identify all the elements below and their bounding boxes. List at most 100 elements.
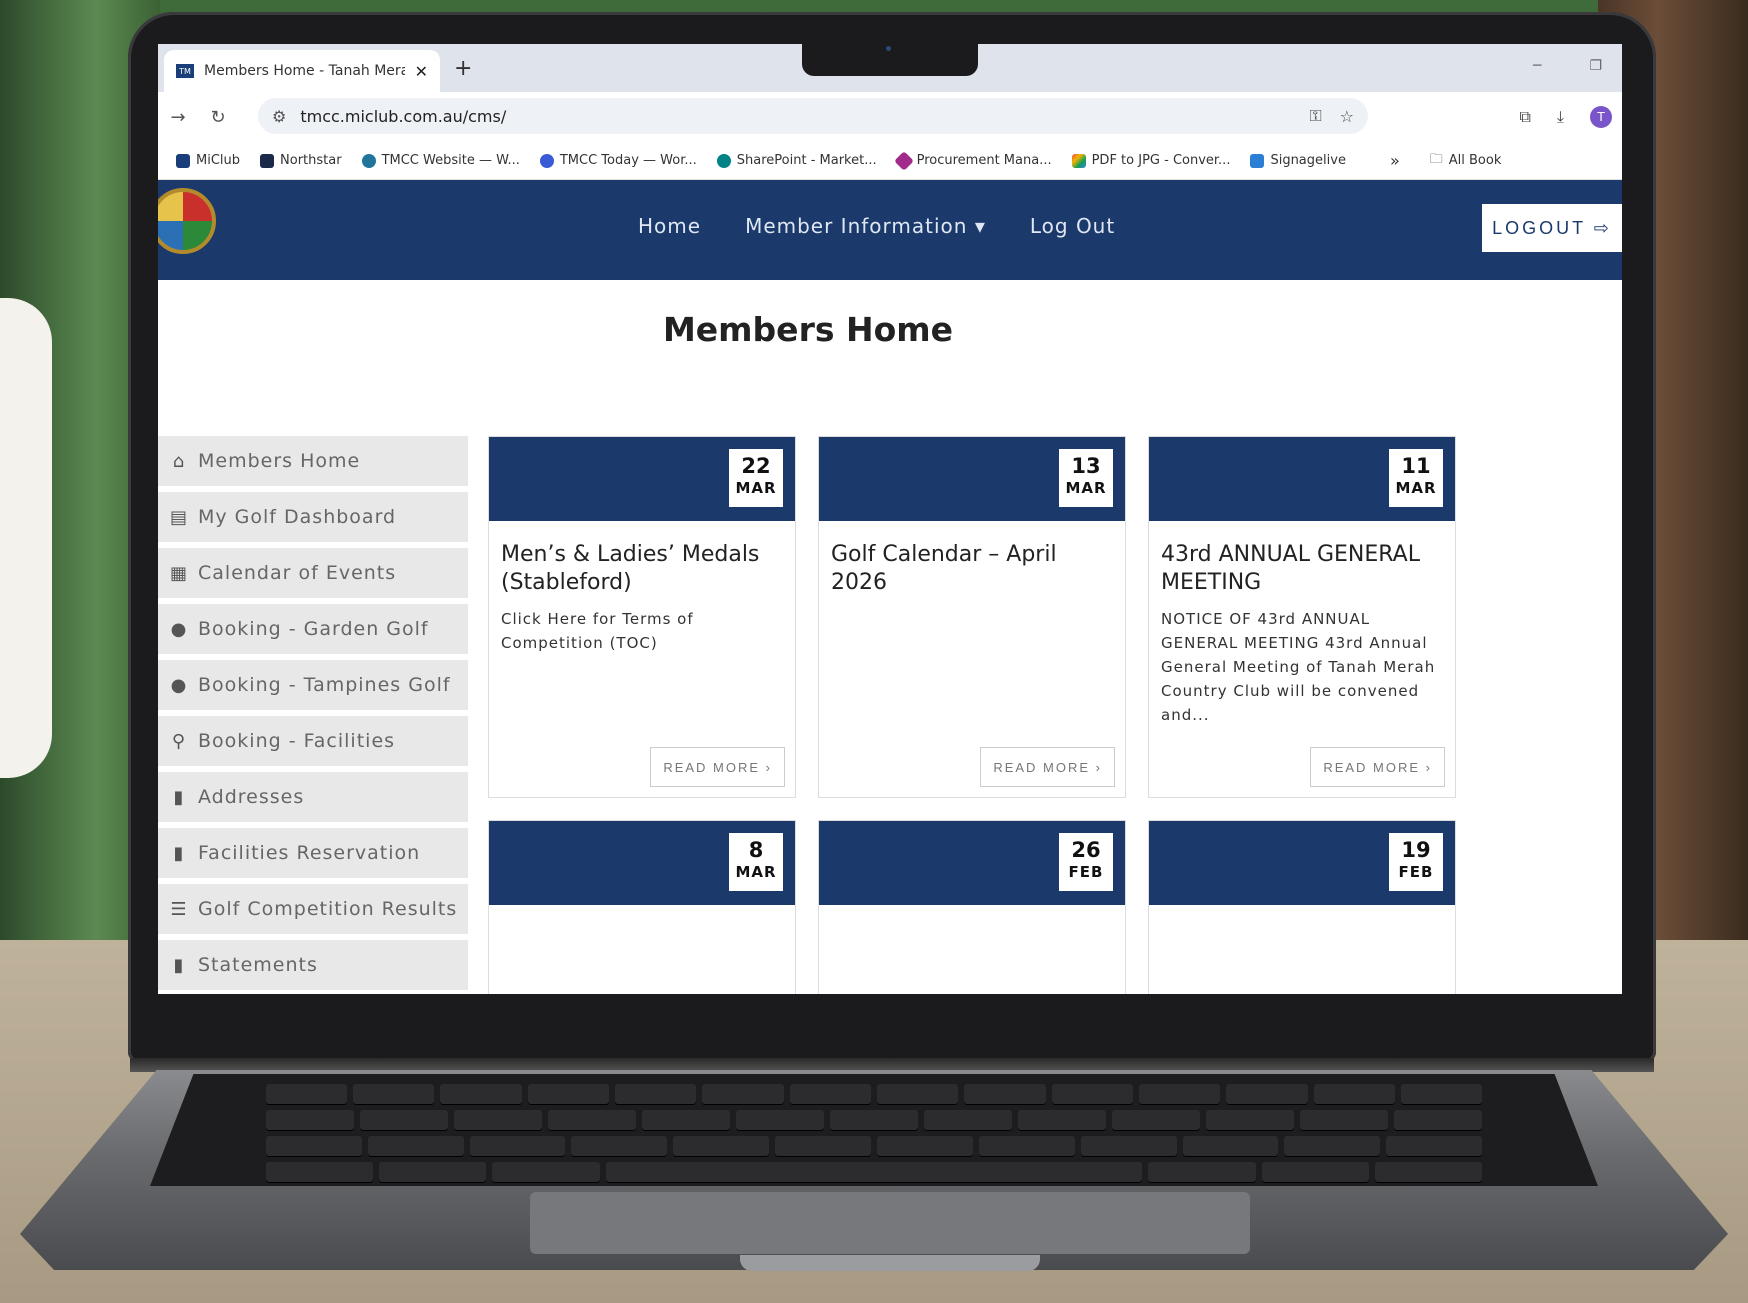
sidebar-item-booking-garden-golf[interactable]: ● Booking - Garden Golf	[158, 604, 468, 654]
site-header: Home Member Information ▾ Log Out LOGOUT…	[158, 180, 1622, 280]
bookmark-item[interactable]: TMCC Website — W...	[361, 153, 520, 168]
sidebar-item-members-home[interactable]: ⌂ Members Home	[158, 436, 468, 486]
url-text: tmcc.miclub.com.au/cms/	[300, 106, 507, 126]
sidebar-item-statements[interactable]: ▮ Statements	[158, 940, 468, 990]
book-icon: ▮	[173, 842, 185, 864]
read-more-button[interactable]: READ MORE ›	[650, 747, 785, 787]
sidebar-item-addresses[interactable]: ▮ Addresses	[158, 772, 468, 822]
nav-log-out[interactable]: Log Out	[1030, 214, 1115, 238]
keyboard	[150, 1074, 1598, 1186]
club-logo[interactable]	[158, 188, 216, 254]
browser-tab[interactable]: TM Members Home - Tanah Merah ✕	[164, 50, 440, 92]
bookmark-item[interactable]: SharePoint - Market...	[716, 153, 877, 168]
site-favicon-icon: TM	[176, 64, 194, 78]
laptop-screen: TM Members Home - Tanah Merah ✕ + ─ ❐ → …	[158, 44, 1622, 994]
book-icon: ▮	[173, 954, 185, 976]
new-tab-button[interactable]: +	[454, 56, 472, 81]
nav-member-information[interactable]: Member Information ▾	[745, 214, 986, 238]
reload-icon[interactable]: ↻	[198, 107, 238, 128]
book-icon: ▮	[173, 786, 185, 808]
minimize-icon[interactable]: ─	[1533, 58, 1541, 74]
key-icon: ⚲	[171, 730, 187, 752]
all-bookmarks-button[interactable]: 🗀 All Book	[1430, 150, 1502, 172]
sidebar-item-label: Calendar of Events	[198, 562, 397, 584]
pin-icon: ●	[170, 618, 188, 640]
bookmarks-bar: MiClub Northstar TMCC Website — W... TMC…	[158, 142, 1622, 180]
bookmark-item[interactable]: Northstar	[260, 153, 342, 168]
bookmark-item[interactable]: TMCC Today — Wor...	[539, 153, 697, 168]
news-card[interactable]: 19 FEB	[1148, 820, 1456, 994]
nav-home[interactable]: Home	[638, 214, 701, 238]
restore-icon[interactable]: ❐	[1589, 58, 1602, 74]
home-icon: ⌂	[172, 450, 186, 472]
sidebar-item-competition-results[interactable]: ☰ Golf Competition Results	[158, 884, 468, 934]
wordpress-icon	[361, 153, 376, 168]
news-card[interactable]: 11 MAR 43rd ANNUAL GENERAL MEETING NOTICE…	[1148, 436, 1456, 798]
news-card[interactable]: 8 MAR	[488, 820, 796, 994]
date-badge: 26 FEB	[1059, 833, 1113, 891]
bookmark-favicon-icon	[260, 153, 275, 168]
calendar-icon: ▦	[170, 562, 189, 584]
bookmark-favicon-icon	[1071, 153, 1086, 168]
sidebar-item-golf-dashboard[interactable]: ▤ My Golf Dashboard	[158, 492, 468, 542]
background-card	[0, 298, 52, 778]
password-key-icon[interactable]: ⚿	[1309, 106, 1321, 126]
bookmark-star-icon[interactable]: ☆	[1340, 107, 1354, 126]
card-title[interactable]: Men’s & Ladies’ Medals (Stableford)	[489, 521, 795, 597]
list-icon: ☰	[170, 898, 188, 920]
toolbar-actions: ⧉ ⤓ T	[1519, 106, 1612, 128]
date-badge: 8 MAR	[729, 833, 783, 891]
bookmark-favicon-icon	[1250, 153, 1265, 168]
pin-icon: ●	[170, 674, 188, 696]
read-more-button[interactable]: READ MORE ›	[980, 747, 1115, 787]
card-excerpt: NOTICE OF 43rd ANNUAL GENERAL MEETING 43…	[1161, 610, 1436, 724]
card-header: 19 FEB	[1149, 821, 1455, 905]
page-title: Members Home	[662, 310, 954, 349]
bookmark-item[interactable]: Procurement Mana...	[893, 150, 1052, 171]
extensions-icon[interactable]: ⧉	[1519, 107, 1530, 127]
bookmark-item[interactable]: PDF to JPG - Conver...	[1071, 153, 1230, 168]
download-icon[interactable]: ⤓	[1557, 107, 1564, 127]
card-header: 26 FEB	[819, 821, 1125, 905]
date-badge: 13 MAR	[1059, 449, 1113, 507]
sidebar-item-label: Members Home	[198, 450, 361, 472]
card-excerpt	[819, 597, 1125, 607]
dashboard-icon: ▤	[170, 506, 189, 528]
site-settings-icon[interactable]: ⚙	[272, 107, 286, 126]
sidebar-item-label: Booking - Garden Golf	[198, 618, 429, 640]
bookmark-item[interactable]: Signagelive	[1250, 153, 1346, 168]
date-badge: 11 MAR	[1389, 449, 1443, 507]
read-more-button[interactable]: READ MORE ›	[1310, 747, 1445, 787]
sidebar-item-label: Booking - Tampines Golf	[198, 674, 451, 696]
card-header: 8 MAR	[489, 821, 795, 905]
card-header: 11 MAR	[1149, 437, 1455, 521]
profile-avatar[interactable]: T	[1590, 106, 1612, 128]
news-card[interactable]: 26 FEB	[818, 820, 1126, 994]
trackpad	[530, 1192, 1250, 1254]
screen-bezel	[158, 994, 1622, 1054]
close-tab-icon[interactable]: ✕	[415, 62, 428, 81]
sidebar-item-calendar[interactable]: ▦ Calendar of Events	[158, 548, 468, 598]
bookmarks-overflow-button[interactable]: »	[1390, 151, 1400, 170]
bookmark-item[interactable]: MiClub	[176, 153, 240, 168]
window-controls: ─ ❐	[1533, 58, 1602, 74]
sharepoint-icon	[716, 153, 731, 168]
sidebar-item-booking-tampines-golf[interactable]: ● Booking - Tampines Golf	[158, 660, 468, 710]
sidebar-item-label: Addresses	[198, 786, 305, 808]
logout-button[interactable]: LOGOUT ⇨	[1482, 204, 1622, 252]
sidebar-menu: ⌂ Members Home ▤ My Golf Dashboard ▦ Calend…	[158, 436, 468, 994]
sidebar-item-label: Booking - Facilities	[198, 730, 396, 752]
folder-icon: 🗀	[1429, 151, 1443, 167]
bookmark-favicon-icon	[176, 153, 190, 168]
news-card[interactable]: 22 MAR Men’s & Ladies’ Medals (Stableford…	[488, 436, 796, 798]
sidebar-item-facilities-reservation[interactable]: ▮ Facilities Reservation	[158, 828, 468, 878]
sidebar-item-label: Statements	[198, 954, 318, 976]
camera	[886, 46, 891, 51]
card-title[interactable]: 43rd ANNUAL GENERAL MEETING	[1149, 521, 1455, 597]
forward-icon[interactable]: →	[158, 107, 198, 128]
sidebar-item-booking-facilities[interactable]: ⚲ Booking - Facilities	[158, 716, 468, 766]
address-bar[interactable]: ⚙ tmcc.miclub.com.au/cms/ ⚿ ☆	[258, 98, 1368, 134]
news-card[interactable]: 13 MAR Golf Calendar – April 2026 READ MO…	[818, 436, 1126, 798]
card-title[interactable]: Golf Calendar – April 2026	[819, 521, 1125, 597]
laptop-hinge	[130, 1058, 1654, 1072]
